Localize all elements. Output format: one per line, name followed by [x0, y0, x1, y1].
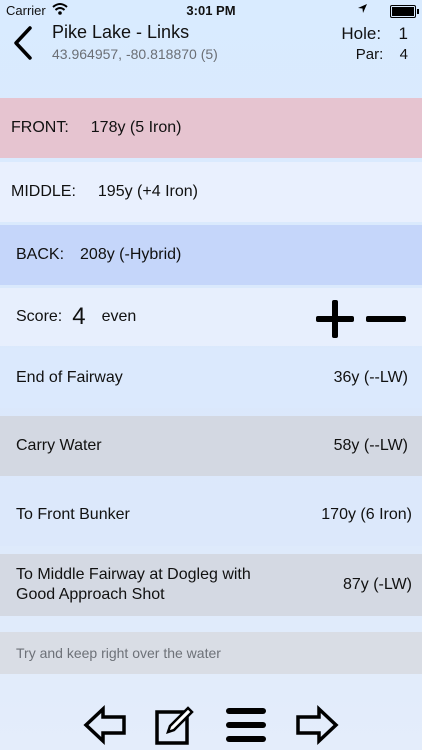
target-name: To Middle Fairway at Dogleg with Good Ap… — [16, 566, 251, 603]
score-label: Score: — [16, 308, 63, 325]
hole-number: 1 — [398, 24, 408, 43]
target-distance: 58y (--LW) — [333, 437, 408, 454]
middle-value: 195y (+4 Iron) — [97, 183, 198, 200]
front-label: FRONT: — [11, 119, 69, 136]
target-name: End of Fairway — [16, 369, 123, 386]
minus-icon[interactable] — [366, 300, 406, 338]
hole-label: Hole: — [341, 24, 382, 43]
par-label: Par: — [355, 46, 384, 63]
hole-header: Pike Lake - Links 43.964957, -80.818870 … — [0, 20, 422, 98]
back-value: 208y (-Hybrid) — [80, 246, 182, 263]
target-row[interactable]: To Middle Fairway at Dogleg with Good Ap… — [0, 554, 422, 616]
middle-label: MIDDLE: — [11, 183, 76, 200]
score-row: Score: 4 even — [0, 288, 422, 346]
menu-icon[interactable] — [224, 704, 268, 746]
location-arrow-icon — [358, 4, 367, 13]
battery-icon — [390, 5, 419, 18]
target-distance: 170y (6 Iron) — [321, 506, 412, 523]
target-name: To Front Bunker — [16, 506, 130, 523]
target-row[interactable]: Carry Water 58y (--LW) — [0, 416, 422, 476]
score-value: 4 — [72, 303, 86, 330]
back-label: BACK: — [16, 246, 65, 263]
score-relative: even — [101, 308, 137, 325]
target-row[interactable]: End of Fairway 36y (--LW) — [0, 348, 422, 408]
target-distance: 87y (-LW) — [342, 576, 412, 593]
hole-note: Try and keep right over the water — [0, 632, 422, 674]
target-row[interactable]: To Front Bunker 170y (6 Iron) — [0, 484, 422, 546]
arrow-left-icon[interactable] — [83, 704, 127, 746]
bottom-toolbar — [0, 696, 422, 750]
status-bar: Carrier 3:01 PM — [0, 0, 422, 20]
note-text: Try and keep right over the water — [16, 645, 221, 661]
back-distance-row[interactable]: BACK: 208y (-Hybrid) — [0, 225, 422, 285]
arrow-right-icon[interactable] — [295, 704, 339, 746]
front-distance-row[interactable]: FRONT: 178y (5 Iron) — [0, 98, 422, 158]
hole-indicator: Hole: 1 — [341, 24, 408, 44]
target-name: Carry Water — [16, 437, 102, 454]
par-indicator: Par: 4 — [356, 46, 408, 63]
plus-icon[interactable] — [316, 300, 354, 338]
course-title: Pike Lake - Links — [52, 22, 190, 42]
middle-distance-row[interactable]: MIDDLE: 195y (+4 Iron) — [0, 162, 422, 222]
target-distance: 36y (--LW) — [333, 369, 408, 386]
edit-icon[interactable] — [154, 704, 194, 746]
gps-coordinates: 43.964957, -80.818870 (5) — [52, 46, 218, 62]
par-number: 4 — [399, 46, 408, 63]
front-value: 178y (5 Iron) — [90, 119, 182, 136]
chevron-left-icon[interactable] — [10, 24, 40, 64]
